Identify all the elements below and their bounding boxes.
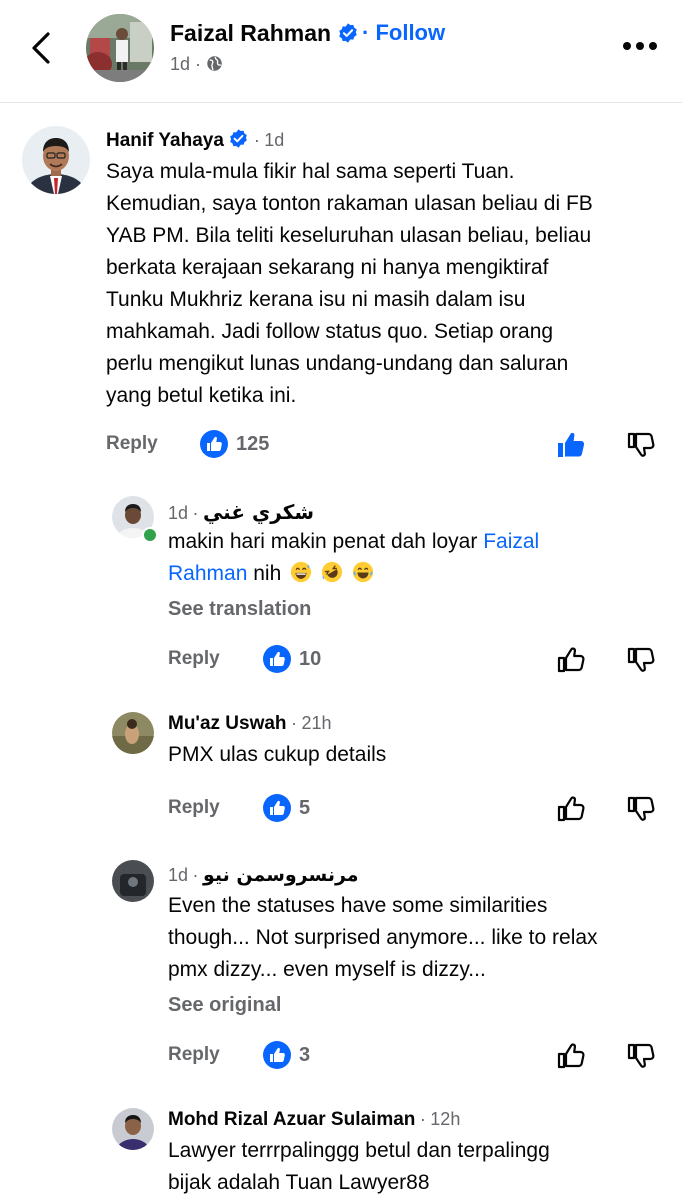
see-original-link[interactable]: See original — [168, 994, 281, 1017]
rofl-emoji — [321, 561, 343, 583]
comment-line: Kemudian, saya tonton rakaman ulasan bel… — [106, 192, 593, 215]
thumbs-down-icon[interactable] — [626, 794, 656, 824]
like-reaction-icon[interactable] — [263, 794, 291, 822]
comment-body: Even the statuses have some similarities… — [168, 890, 668, 986]
comment-line: mahkamah. Jadi follow status quo. Setiap… — [106, 320, 554, 343]
time-separator: · — [291, 713, 297, 733]
comment-time[interactable]: 21h — [301, 713, 331, 733]
comment-line: though... Not surprised anymore... like … — [168, 926, 598, 949]
comment-line: makin hari makin penat dah loyar Faizal — [168, 526, 658, 558]
commenter-avatar[interactable] — [112, 1108, 154, 1150]
comment-body: Lawyer terrrpalinggg betul dan terpaling… — [168, 1135, 668, 1199]
like-count[interactable]: 5 — [299, 797, 310, 820]
commenter-avatar[interactable] — [22, 126, 90, 194]
mention-link[interactable]: Rahman — [168, 562, 247, 585]
commenter-avatar[interactable] — [112, 860, 154, 902]
time-separator: · — [192, 503, 199, 523]
like-count[interactable]: 10 — [299, 648, 321, 671]
comment-body: Saya mula-mula fikir hal sama seperti Tu… — [106, 156, 666, 412]
more-options-icon[interactable] — [622, 40, 658, 52]
verified-badge-icon — [230, 129, 248, 148]
comment-line: pmx dizzy... even myself is dizzy... — [168, 958, 486, 981]
comment-time[interactable]: 1d — [264, 130, 284, 150]
time-separator: · — [253, 130, 260, 150]
author-name[interactable]: Faizal Rahman — [170, 20, 331, 46]
separator-dot: · — [362, 20, 370, 45]
commenter-avatar[interactable] — [112, 712, 154, 754]
post-meta: 1d · — [170, 54, 223, 75]
reply-button[interactable]: Reply — [168, 1044, 220, 1066]
comment-line: yang betul ketika ini. — [106, 384, 297, 407]
time-separator: · — [419, 1109, 426, 1129]
post-time[interactable]: 1d — [170, 54, 190, 74]
verified-badge-icon — [339, 23, 358, 43]
comment-time[interactable]: 1d — [168, 503, 188, 523]
comment-body: PMX ulas cukup details — [168, 739, 658, 771]
reply-button[interactable]: Reply — [168, 797, 220, 819]
like-count[interactable]: 3 — [299, 1044, 310, 1067]
like-reaction-icon[interactable] — [200, 430, 228, 458]
globe-icon — [207, 56, 222, 71]
commenter-name[interactable]: Hanif Yahaya — [106, 130, 224, 151]
comment-line: bijak adalah Tuan Lawyer88 — [168, 1171, 430, 1194]
comment-line: Tunku Mukhriz kerana isu ni masih dalam … — [106, 288, 526, 311]
comment-header: Hanif Yahaya · 1d — [106, 128, 284, 152]
reply-button[interactable]: Reply — [106, 433, 158, 455]
comment-line: Saya mula-mula fikir hal sama seperti Tu… — [106, 160, 515, 183]
thumbs-up-icon[interactable] — [556, 645, 586, 675]
comment-line: Rahman nih — [168, 558, 658, 590]
comment-line: PMX ulas cukup details — [168, 743, 387, 766]
thumbs-up-icon[interactable] — [556, 1041, 586, 1071]
tears-of-joy-emoji — [352, 561, 373, 583]
comment-header: 1d · شكري غني — [168, 500, 314, 524]
thumbs-down-icon[interactable] — [626, 1041, 656, 1071]
thumbs-down-icon[interactable] — [626, 645, 656, 675]
author-name-row: Faizal Rahman — [170, 20, 359, 47]
follow-row: · Follow — [362, 20, 445, 46]
comment-line: Lawyer terrrpalinggg betul dan terpaling… — [168, 1139, 550, 1162]
comment-line: Even the statuses have some similarities — [168, 894, 548, 917]
comment-line: perlu mengikut lunas undang-undang dan s… — [106, 352, 569, 375]
comment-text: nih — [253, 562, 282, 585]
follow-button[interactable]: Follow — [375, 20, 445, 45]
meta-separator: · — [195, 54, 202, 74]
thumbs-up-icon[interactable] — [556, 794, 586, 824]
thumbs-up-filled-icon[interactable] — [556, 430, 586, 460]
online-status-dot — [142, 527, 158, 543]
comment-header: Mu'az Uswah · 21h — [168, 713, 332, 735]
commenter-name[interactable]: Mohd Rizal Azuar Sulaiman — [168, 1109, 415, 1130]
like-reaction-icon[interactable] — [263, 645, 291, 673]
back-arrow-icon[interactable] — [28, 30, 56, 66]
thumbs-down-icon[interactable] — [626, 430, 656, 460]
comment-line: berkata kerajaan sekarang ni hanya mengi… — [106, 256, 549, 279]
comment-text: makin hari makin penat dah loyar — [168, 530, 478, 553]
commenter-name[interactable]: شكري غني — [203, 500, 314, 524]
like-reaction-icon[interactable] — [263, 1041, 291, 1069]
see-translation-link[interactable]: See translation — [168, 598, 311, 621]
comment-time[interactable]: 12h — [430, 1109, 460, 1129]
comment-header: 1d · مرنسروسمن نيو — [168, 864, 359, 886]
comment-header: Mohd Rizal Azuar Sulaiman · 12h — [168, 1109, 460, 1131]
grinning-sweat-emoji — [291, 561, 312, 583]
commenter-name[interactable]: مرنسروسمن نيو — [203, 864, 359, 886]
post-header: Faizal Rahman · Follow 1d · — [0, 0, 682, 103]
comment-line: YAB PM. Bila teliti keseluruhan ulasan b… — [106, 224, 592, 247]
comment-time[interactable]: 1d — [168, 865, 188, 885]
author-avatar[interactable] — [86, 14, 154, 82]
like-count[interactable]: 125 — [236, 433, 269, 456]
mention-link[interactable]: Faizal — [483, 530, 539, 553]
time-separator: · — [192, 865, 199, 885]
comment-body: makin hari makin penat dah loyar Faizal … — [168, 526, 658, 590]
reply-button[interactable]: Reply — [168, 648, 220, 670]
commenter-name[interactable]: Mu'az Uswah — [168, 713, 287, 734]
